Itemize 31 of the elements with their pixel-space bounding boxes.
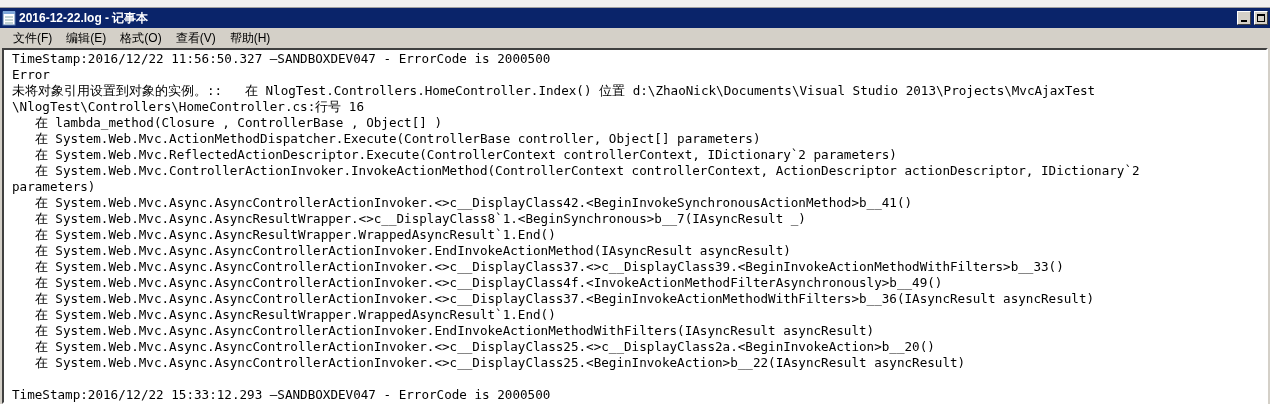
log-line: 在 System.Web.Mvc.ControllerActionInvoker.InvokeActionMethod(ControllerContext controllerContext, ActionDescriptor actionDescriptor, IDictionary`2	[33, 163, 1140, 179]
log-line: TimeStamp:2016/12/22 15:33:12.293 —SANDBOXDEV047 - ErrorCode is 2000500	[12, 387, 551, 402]
menu-item[interactable]: 格式(O)	[113, 29, 169, 47]
log-line: 在 System.Web.Mvc.Async.AsyncResultWrapper.WrappedAsyncResult`1.End()	[33, 227, 556, 243]
log-line: 未将对象引用设置到对象的实例。:: 在 NlogTest.Controllers.HomeController.Index() 位置 d:\ZhaoNick\Documents\Visual Studio 2013\Projects\MvcAjaxTest	[12, 83, 1096, 99]
log-line: 在 System.Web.Mvc.Async.AsyncResultWrapper.WrappedAsyncResult`1.End()	[33, 307, 556, 323]
log-line: 在 System.Web.Mvc.Async.AsyncControllerActionInvoker.EndInvokeActionMethod(IAsyncResult asyncResult)	[33, 243, 791, 259]
maximize-button[interactable]	[1254, 11, 1268, 25]
minimize-button[interactable]	[1237, 11, 1251, 25]
log-line: 在 System.Web.Mvc.Async.AsyncControllerActionInvoker.<>c__DisplayClass25.<>c__DisplayClass2a.<BeginInvokeAction>b__20()	[33, 339, 935, 355]
log-line: parameters)	[12, 179, 96, 195]
log-line: 在 System.Web.Mvc.Async.AsyncControllerActionInvoker.<>c__DisplayClass4f.<InvokeActionMethodFilterAsynchronously>b__49()	[33, 275, 943, 291]
log-line: 在 System.Web.Mvc.ReflectedActionDescriptor.Execute(ControllerContext controllerContext, IDictionary`2 parameters)	[33, 147, 897, 163]
menu-item[interactable]: 文件(F)	[6, 29, 60, 47]
menu-item[interactable]: 帮助(H)	[222, 29, 278, 47]
log-line: 在 System.Web.Mvc.Async.AsyncResultWrapper.<>c__DisplayClass8`1.<BeginSynchronous>b__7(IAsyncResult _)	[33, 211, 806, 227]
log-line: 在 System.Web.Mvc.Async.AsyncControllerActionInvoker.EndInvokeActionMethodWithFilters(IAsyncResult asyncResult)	[33, 323, 875, 339]
log-line: 在 System.Web.Mvc.Async.AsyncControllerActionInvoker.<>c__DisplayClass25.<BeginInvokeAction>b__22(IAsyncResult asyncResult)	[33, 355, 966, 371]
menu-item[interactable]: 查看(V)	[168, 29, 223, 47]
notepad-icon	[2, 10, 16, 26]
log-line: 在 System.Web.Mvc.Async.AsyncControllerActionInvoker.<>c__DisplayClass42.<BeginInvokeSynchronousActionMethod>b__41()	[33, 195, 913, 211]
log-line: 在 lambda_method(Closure , ControllerBase , Object[] )	[33, 115, 442, 131]
text-area[interactable]	[2, 48, 1268, 404]
log-line: \NlogTest\Controllers\HomeController.cs:行号 16	[12, 99, 365, 115]
log-line: TimeStamp:2016/12/22 11:56:50.327 —SANDBOXDEV047 - ErrorCode is 2000500	[12, 51, 551, 67]
log-line: 在 System.Web.Mvc.ActionMethodDispatcher.Execute(ControllerBase controller, Object[] parameters)	[33, 131, 761, 147]
log-line: Error	[12, 67, 50, 83]
window-title: 2016-12-22.log - 记事本	[19, 10, 149, 27]
menu-item[interactable]: 编辑(E)	[59, 29, 114, 47]
log-line: 在 System.Web.Mvc.Async.AsyncControllerActionInvoker.<>c__DisplayClass37.<>c__DisplayClass39.<BeginInvokeActionMethodWithFilters>b__33()	[33, 259, 1064, 275]
log-line: 在 System.Web.Mvc.Async.AsyncControllerActionInvoker.<>c__DisplayClass37.<BeginInvokeActionMethodWithFilters>b__36(IAsyncResult asyncResult)	[33, 291, 1095, 307]
